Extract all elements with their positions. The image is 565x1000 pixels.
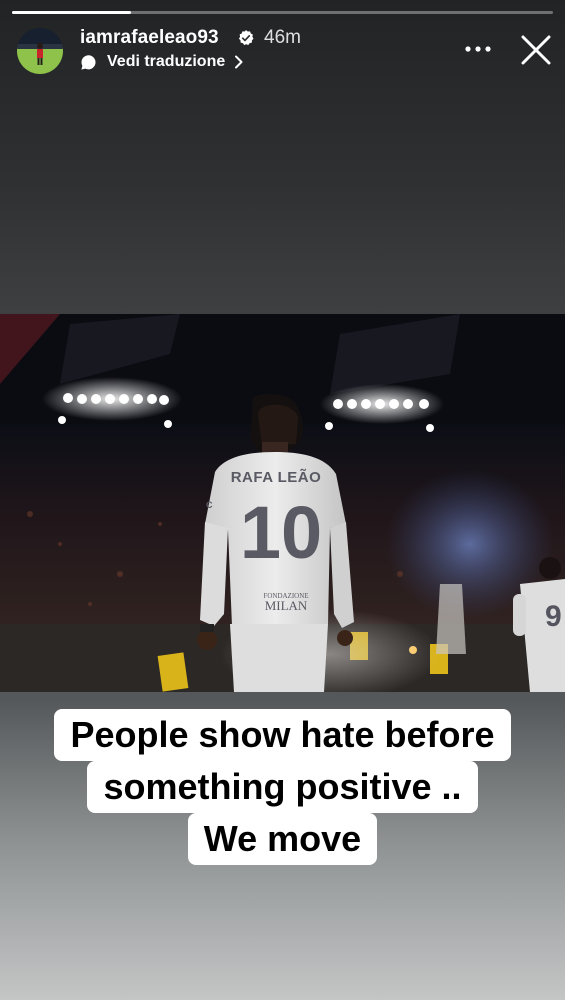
more-options-icon[interactable]: [463, 38, 493, 60]
caption-line-2: something positive ..: [87, 761, 478, 813]
story-time: 46m: [264, 27, 301, 48]
speech-bubble-icon: [81, 54, 96, 70]
see-translation-link[interactable]: Vedi traduzione: [80, 51, 245, 73]
story-progress-bar: [12, 11, 553, 14]
story-photo: 9 RAFA LEÃO 10 FONDAZIONE MILAN C: [0, 314, 565, 692]
jersey-name: RAFA LEÃO: [231, 468, 322, 486]
close-icon[interactable]: [518, 32, 554, 68]
caption-line-1: People show hate before: [54, 709, 511, 761]
jersey-sponsor-line2: MILAN: [265, 598, 308, 613]
story-caption: People show hate before something positi…: [0, 709, 565, 865]
teammate-jersey-number: 9: [545, 600, 562, 633]
avatar[interactable]: [17, 28, 63, 74]
story-progress-fill: [12, 11, 132, 14]
chevron-right-icon: [235, 55, 243, 69]
story-header: iamrafaeleao93 46m Vedi traduzione: [0, 24, 565, 84]
svg-text:C: C: [206, 500, 213, 510]
verified-badge-icon: [238, 30, 254, 45]
caption-line-3: We move: [187, 813, 378, 865]
see-translation-label: Vedi traduzione: [107, 53, 226, 70]
username[interactable]: iamrafaeleao93: [80, 27, 219, 49]
jersey-number: 10: [240, 491, 322, 574]
